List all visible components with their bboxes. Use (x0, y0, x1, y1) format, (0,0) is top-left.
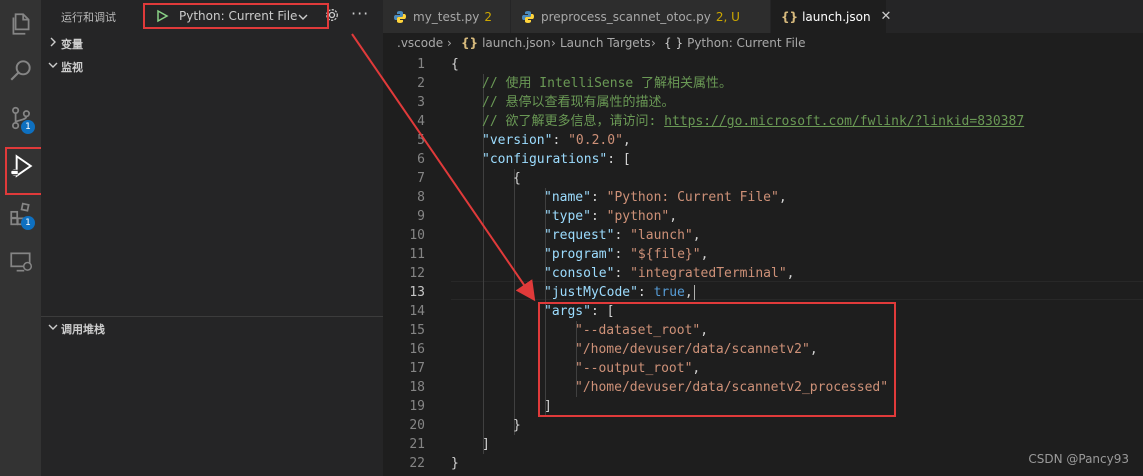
watermark: CSDN @Pancy93 (1028, 452, 1129, 466)
annotation-arrow (351, 33, 536, 302)
